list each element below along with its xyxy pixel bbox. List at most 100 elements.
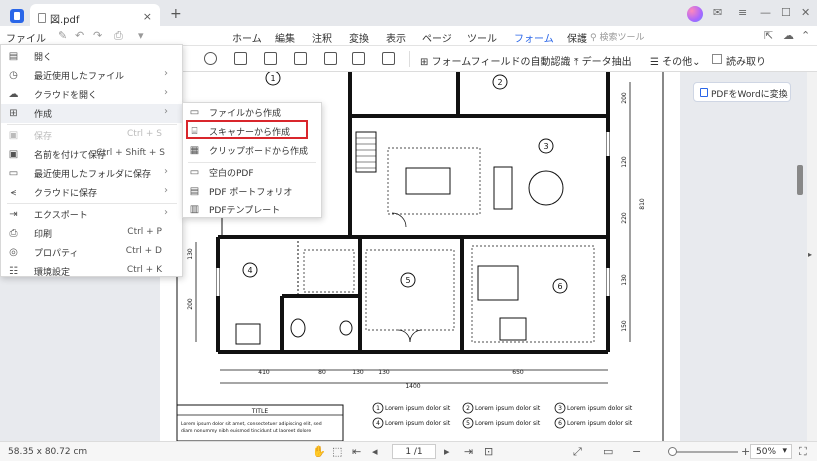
next-page-icon[interactable]: ▸: [444, 445, 450, 458]
list-box-tool-icon[interactable]: [264, 52, 277, 65]
create-pdf-portfolio[interactable]: ▤ PDF ポートフォリオ: [183, 182, 321, 201]
file-menu-open-cloud[interactable]: ☁ クラウドを開く ›: [1, 85, 182, 104]
chevron-right-icon: ›: [164, 68, 168, 79]
collapse-icon[interactable]: ⌃: [801, 29, 810, 42]
prev-page-icon[interactable]: ◂: [372, 445, 378, 458]
select-tool-icon[interactable]: ⬚: [332, 445, 342, 458]
menu-item-label: エクスポート: [34, 211, 88, 221]
dim-label: 80: [318, 369, 326, 376]
new-tab-button[interactable]: +: [170, 6, 182, 22]
file-menu-button[interactable]: ファイル: [6, 30, 46, 45]
first-page-icon[interactable]: ⇤: [352, 445, 361, 458]
chevron-right-icon: ›: [164, 166, 168, 177]
chevron-down-icon[interactable]: ▾: [138, 29, 144, 42]
create-pdf-template[interactable]: ▥ PDFテンプレート: [183, 200, 321, 219]
redo-icon[interactable]: ↷: [93, 29, 102, 42]
zoom-out-icon[interactable]: −: [632, 445, 641, 458]
print-icon[interactable]: ⎙: [114, 29, 123, 43]
data-extract-button[interactable]: ⤒ データ抽出: [574, 53, 632, 68]
menu-comment[interactable]: 注釈: [312, 30, 332, 45]
properties-icon: ◎: [9, 247, 18, 258]
room-2-label: 2: [497, 78, 502, 87]
file-menu-save[interactable]: ▣ 保存 Ctrl + S: [1, 126, 182, 145]
readonly-checkbox[interactable]: [712, 54, 722, 64]
menu-form[interactable]: フォーム: [514, 30, 554, 49]
legend-text: Lorem ipsum dolor sit: [567, 420, 633, 427]
dim-label: 220: [621, 212, 628, 224]
tab-title: 図.pdf: [50, 15, 80, 26]
cloud-upload-icon[interactable]: ☁: [783, 29, 794, 42]
export-icon: ⇥: [9, 209, 18, 220]
undo-icon[interactable]: ↶: [75, 29, 84, 42]
more-button[interactable]: ☰ その他⌄: [650, 53, 701, 68]
menu-home[interactable]: ホーム: [232, 30, 262, 45]
chevron-right-icon: ›: [164, 87, 168, 98]
fit-page-icon[interactable]: ⊡: [484, 445, 493, 458]
folder-icon: ▭: [8, 168, 19, 179]
file-menu-save-recent-folder[interactable]: ▭ 最近使用したフォルダに保存 ›: [1, 164, 182, 183]
menu-convert[interactable]: 変換: [349, 30, 369, 45]
legend-num: 1: [376, 405, 380, 412]
create-from-clipboard[interactable]: ▦ クリップボードから作成: [183, 141, 321, 160]
folder-icon: ▭: [189, 107, 200, 118]
combo-box-tool-icon[interactable]: [234, 52, 247, 65]
expand-panel-icon[interactable]: ▸: [808, 250, 812, 259]
menu-tools[interactable]: ツール: [467, 30, 497, 45]
image-field-icon[interactable]: [352, 52, 365, 65]
legend-num: 3: [558, 405, 562, 412]
file-menu-create[interactable]: ⊞ 作成 ›: [1, 104, 182, 123]
menu-page[interactable]: ページ: [422, 30, 452, 45]
submenu-item-label: ファイルから作成: [209, 109, 282, 119]
file-menu-preferences[interactable]: ☷ 環境設定 Ctrl + K: [1, 262, 182, 281]
zoom-slider-handle[interactable]: [668, 447, 677, 456]
zoom-select[interactable]: 50% ▾: [750, 444, 792, 459]
menu-icon[interactable]: ≡: [738, 6, 747, 19]
save-as-icon: ▣: [8, 149, 19, 160]
menu-view[interactable]: 表示: [386, 30, 406, 45]
hand-tool-icon[interactable]: ✋: [312, 445, 326, 458]
chevron-right-icon: ›: [164, 185, 168, 196]
radio-button-tool-icon[interactable]: [204, 52, 217, 65]
vertical-scrollbar-thumb[interactable]: [797, 165, 803, 195]
search-tools[interactable]: ⚲ 検索ツール: [590, 30, 644, 43]
date-field-icon[interactable]: [382, 52, 395, 65]
window-close-button[interactable]: ✕: [801, 6, 810, 19]
edit-file-icon[interactable]: ✎: [58, 29, 67, 42]
file-menu-print[interactable]: ⎙ 印刷 Ctrl + P: [1, 224, 182, 243]
gift-icon[interactable]: ✉: [713, 6, 722, 19]
menu-edit[interactable]: 編集: [275, 30, 295, 45]
file-menu-export[interactable]: ⇥ エクスポート ›: [1, 205, 182, 224]
zoom-in-icon[interactable]: +: [741, 445, 750, 458]
file-menu-recent[interactable]: ◷ 最近使用したファイル ›: [1, 66, 182, 85]
highlight-box: [186, 120, 308, 139]
menu-item-label: 最近使用したファイル: [34, 72, 125, 82]
submenu-item-label: クリップボードから作成: [209, 147, 309, 157]
button-tool-icon[interactable]: [294, 52, 307, 65]
portfolio-icon: ▤: [189, 186, 200, 197]
file-menu-save-cloud[interactable]: ⪪ クラウドに保存 ›: [1, 183, 182, 202]
legend-text: Lorem ipsum dolor sit: [385, 405, 451, 412]
file-menu-save-as[interactable]: ▣ 名前を付けて保存 Ctrl + Shift + S: [1, 145, 182, 164]
room-3-label: 3: [543, 142, 548, 151]
file-menu-properties[interactable]: ◎ プロパティ Ctrl + D: [1, 243, 182, 262]
menu-item-label: 保存: [34, 132, 53, 142]
room-6-label: 6: [557, 282, 562, 291]
last-page-icon[interactable]: ⇥: [464, 445, 473, 458]
convert-to-word-button[interactable]: PDFをWordに変換: [693, 82, 791, 102]
auto-recognize-button[interactable]: ⊞ フォームフィールドの自動認識: [420, 53, 570, 68]
signature-field-icon[interactable]: [324, 52, 337, 65]
zoom-slider[interactable]: [670, 451, 738, 453]
page-view-icon[interactable]: ▭: [603, 445, 613, 458]
tab-close-icon[interactable]: ×: [143, 10, 152, 23]
page-number-input[interactable]: 1 /1: [392, 444, 436, 459]
create-blank-pdf[interactable]: ▭ 空白のPDF: [183, 163, 321, 182]
menu-protect[interactable]: 保護: [567, 30, 587, 45]
minimize-button[interactable]: —: [760, 6, 771, 19]
maximize-button[interactable]: ☐: [781, 6, 791, 19]
fit-width-icon[interactable]: ⤢: [573, 445, 582, 459]
file-menu-open[interactable]: ▤ 開く: [1, 47, 182, 66]
share-icon[interactable]: ⇱: [764, 29, 773, 42]
menu-divider: [7, 203, 177, 204]
fullscreen-icon[interactable]: ⛶: [799, 445, 807, 459]
avatar[interactable]: [687, 6, 703, 22]
